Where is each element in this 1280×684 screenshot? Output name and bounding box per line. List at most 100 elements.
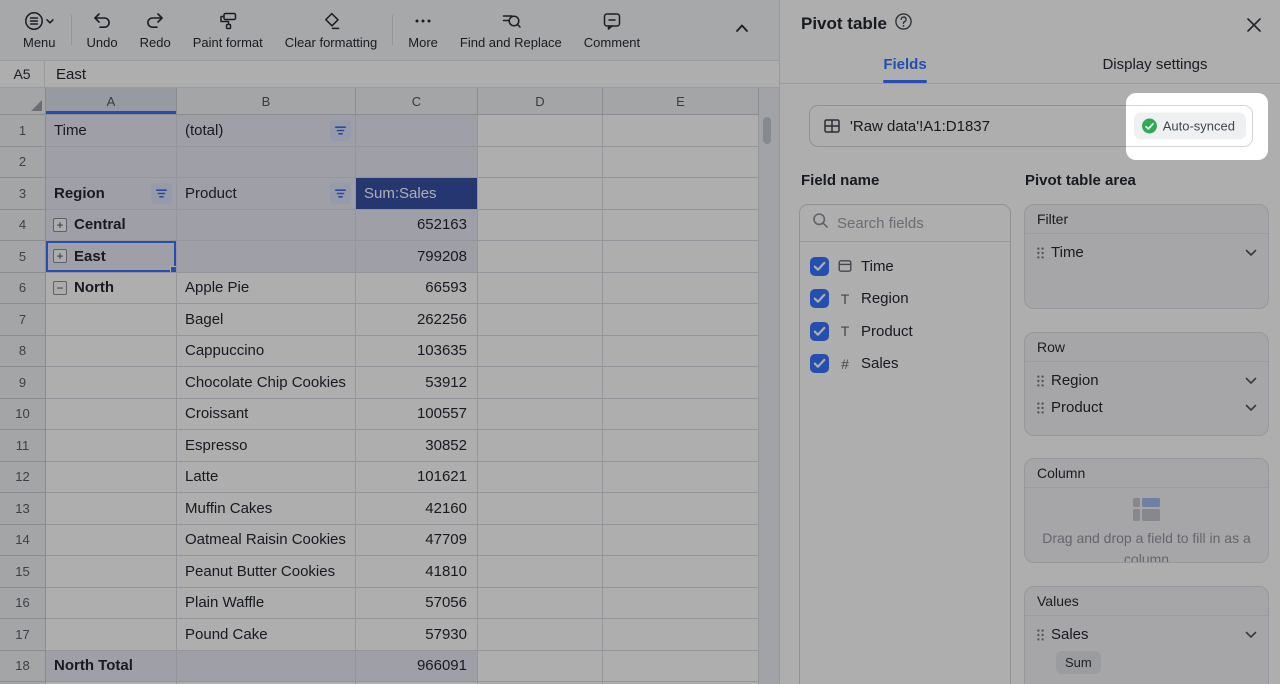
cell-A3[interactable]: Region (46, 178, 177, 210)
search-fields-input[interactable] (837, 215, 977, 232)
cell-D5[interactable] (478, 241, 603, 273)
cell-B7[interactable]: Bagel (177, 304, 356, 336)
cell-A1[interactable]: Time (46, 115, 177, 147)
cell-E1[interactable] (603, 115, 759, 147)
cell-A10[interactable] (46, 399, 177, 431)
cell-C7[interactable]: 262256 (356, 304, 478, 336)
expand-group-toggle[interactable]: + (53, 249, 67, 263)
cell-B14[interactable]: Oatmeal Raisin Cookies (177, 525, 356, 557)
cell-B3[interactable]: Product (177, 178, 356, 210)
row-header-2[interactable]: 2 (0, 147, 46, 179)
cell-B16[interactable]: Plain Waffle (177, 588, 356, 620)
cell-E11[interactable] (603, 430, 759, 462)
cell-A13[interactable] (46, 493, 177, 525)
filter-button-B1[interactable] (330, 120, 351, 141)
cell-E15[interactable] (603, 556, 759, 588)
row-header-12[interactable]: 12 (0, 462, 46, 494)
find-and-replace-button[interactable]: Find and Replace (449, 10, 573, 50)
vertical-scrollbar[interactable] (763, 117, 771, 144)
cell-D16[interactable] (478, 588, 603, 620)
drag-handle-icon[interactable] (1037, 402, 1044, 414)
cell-E5[interactable] (603, 241, 759, 273)
expand-group-toggle[interactable]: + (53, 218, 67, 232)
cell-C18[interactable]: 966091 (356, 651, 478, 683)
cell-E18[interactable] (603, 651, 759, 683)
paint-format-button[interactable]: Paint format (182, 10, 274, 50)
cell-D7[interactable] (478, 304, 603, 336)
cell-A4[interactable]: +Central (46, 210, 177, 242)
cell-D13[interactable] (478, 493, 603, 525)
column-header-C[interactable]: C (356, 88, 478, 115)
row-header-6[interactable]: 6 (0, 273, 46, 305)
cell-E6[interactable] (603, 273, 759, 305)
cell-D2[interactable] (478, 147, 603, 179)
cell-D6[interactable] (478, 273, 603, 305)
field-item-sales[interactable]: #Sales (810, 348, 1000, 381)
filter-item-time[interactable]: Time (1025, 239, 1268, 266)
cell-A7[interactable] (46, 304, 177, 336)
tab-display-settings[interactable]: Display settings (1030, 45, 1280, 83)
cell-D4[interactable] (478, 210, 603, 242)
column-header-E[interactable]: E (603, 88, 759, 115)
cell-B17[interactable]: Pound Cake (177, 619, 356, 651)
checkbox-time[interactable] (810, 257, 829, 276)
cell-C13[interactable]: 42160 (356, 493, 478, 525)
cell-E8[interactable] (603, 336, 759, 368)
chevron-down-icon[interactable] (1245, 377, 1257, 385)
row-header-16[interactable]: 16 (0, 588, 46, 620)
row-header-3[interactable]: 3 (0, 178, 46, 210)
row-header-9[interactable]: 9 (0, 367, 46, 399)
cell-A12[interactable] (46, 462, 177, 494)
cell-B13[interactable]: Muffin Cakes (177, 493, 356, 525)
cell-B8[interactable]: Cappuccino (177, 336, 356, 368)
chevron-down-icon[interactable] (1245, 249, 1257, 257)
cell-C6[interactable]: 66593 (356, 273, 478, 305)
tab-fields[interactable]: Fields (780, 45, 1030, 83)
row-item-region[interactable]: Region (1025, 367, 1268, 394)
cell-D10[interactable] (478, 399, 603, 431)
drag-handle-icon[interactable] (1037, 247, 1044, 259)
cell-B1[interactable]: (total) (177, 115, 356, 147)
cell-B10[interactable]: Croissant (177, 399, 356, 431)
column-header-A[interactable]: A (46, 88, 177, 115)
cell-A6[interactable]: −North (46, 273, 177, 305)
collapse-toolbar-button[interactable] (717, 17, 767, 44)
drag-handle-icon[interactable] (1037, 375, 1044, 387)
collapse-group-toggle[interactable]: − (53, 281, 67, 295)
row-item-product[interactable]: Product (1025, 394, 1268, 421)
cell-C17[interactable]: 57930 (356, 619, 478, 651)
row-header-1[interactable]: 1 (0, 115, 46, 147)
cell-E3[interactable] (603, 178, 759, 210)
cell-D11[interactable] (478, 430, 603, 462)
formula-input[interactable]: East (45, 66, 86, 83)
cell-A8[interactable] (46, 336, 177, 368)
cell-C1[interactable] (356, 115, 478, 147)
cell-A16[interactable] (46, 588, 177, 620)
cell-D14[interactable] (478, 525, 603, 557)
row-header-4[interactable]: 4 (0, 210, 46, 242)
checkbox-sales[interactable] (810, 354, 829, 373)
clear-formatting-button[interactable]: Clear formatting (274, 10, 388, 50)
help-icon[interactable] (894, 12, 913, 36)
undo-button[interactable]: Undo (76, 10, 129, 50)
cell-C8[interactable]: 103635 (356, 336, 478, 368)
field-item-region[interactable]: TRegion (810, 283, 1000, 316)
cell-C14[interactable]: 47709 (356, 525, 478, 557)
cell-B4[interactable] (177, 210, 356, 242)
fill-handle[interactable] (170, 266, 177, 273)
cell-B5[interactable] (177, 241, 356, 273)
cell-D15[interactable] (478, 556, 603, 588)
cell-E4[interactable] (603, 210, 759, 242)
cell-D9[interactable] (478, 367, 603, 399)
cell-E7[interactable] (603, 304, 759, 336)
cell-A9[interactable] (46, 367, 177, 399)
cell-C3[interactable]: Sum:Sales (356, 178, 478, 210)
cell-A11[interactable] (46, 430, 177, 462)
cell-A14[interactable] (46, 525, 177, 557)
cell-D8[interactable] (478, 336, 603, 368)
cell-A15[interactable] (46, 556, 177, 588)
cell-E14[interactable] (603, 525, 759, 557)
cell-E2[interactable] (603, 147, 759, 179)
cell-E12[interactable] (603, 462, 759, 494)
cell-A5[interactable]: +East (46, 241, 177, 273)
